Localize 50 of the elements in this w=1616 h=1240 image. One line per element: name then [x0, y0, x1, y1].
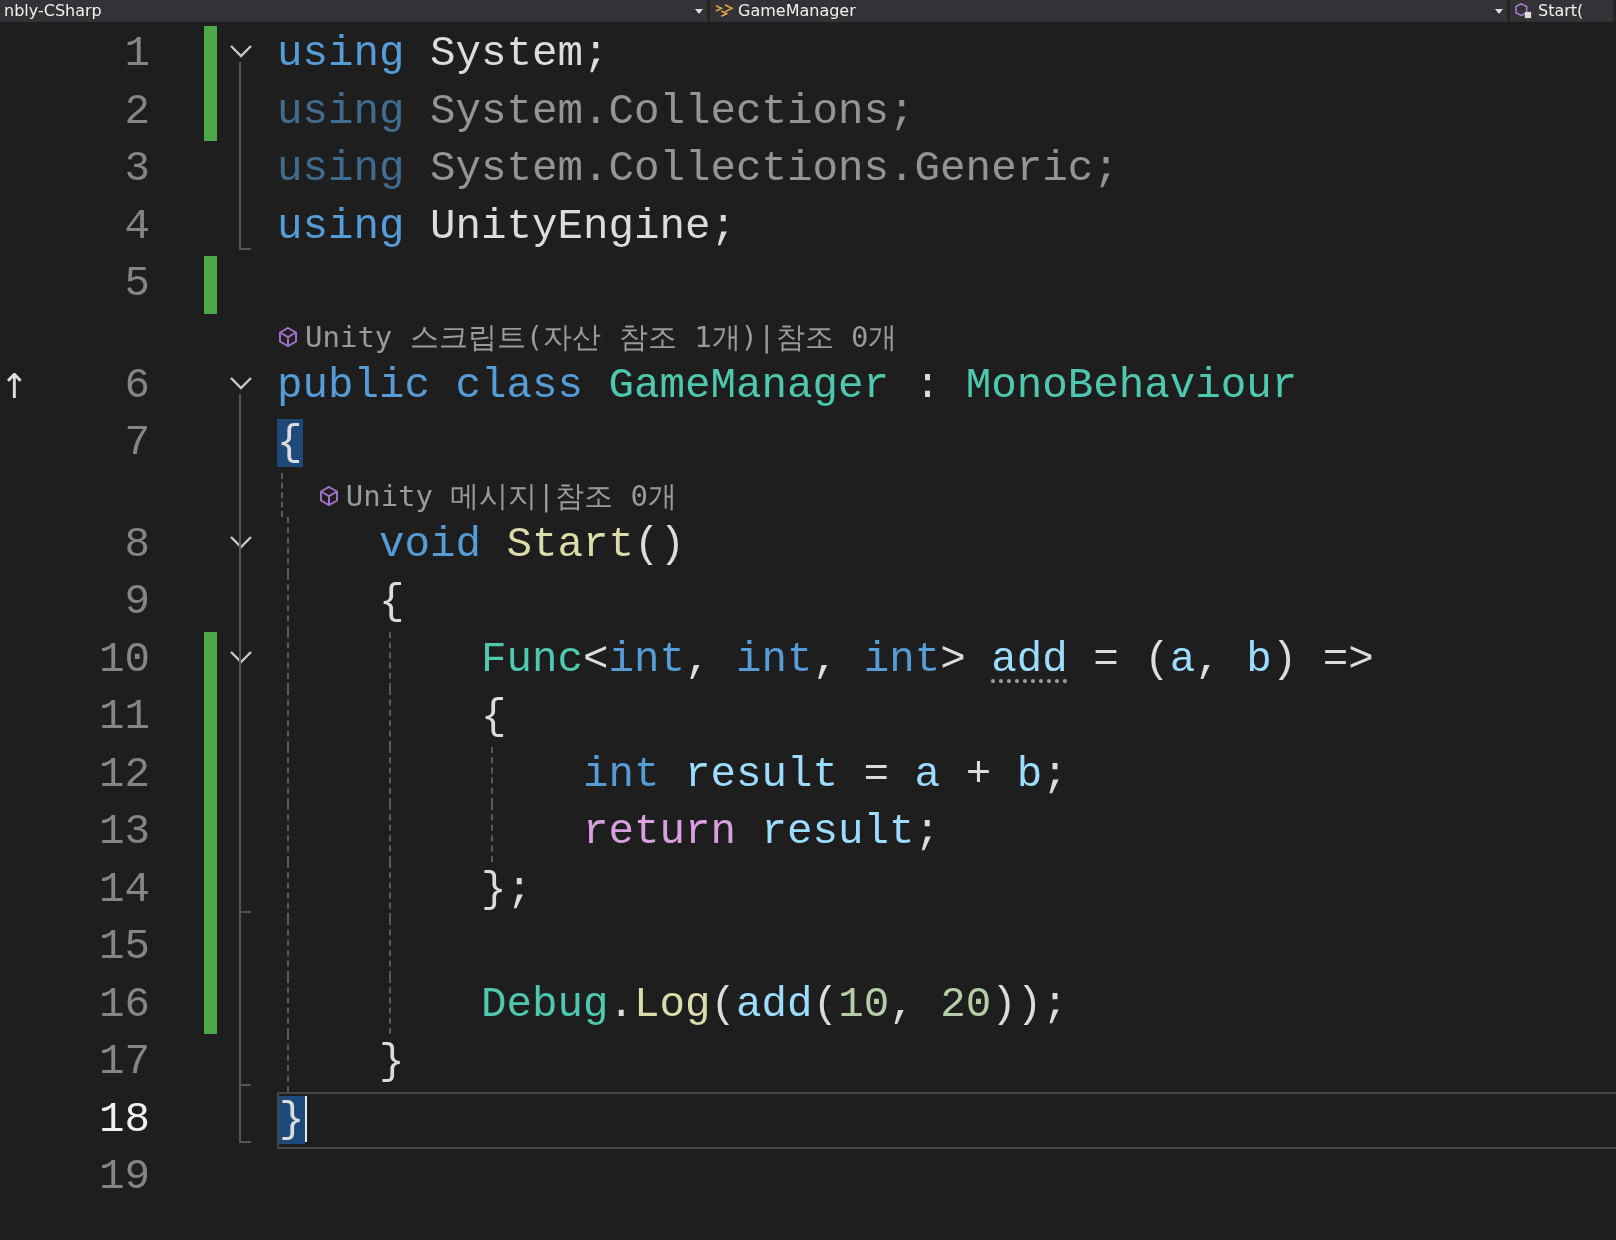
code-lens-text[interactable]: Unity 스크립트(자산 참조 1개)|참조 0개: [305, 314, 898, 359]
line-number: 14: [99, 865, 150, 914]
code-line: int result = a + b;: [583, 750, 1068, 799]
line-number: 5: [124, 260, 150, 308]
code-line: using System;: [277, 30, 609, 78]
collapse-chevron-icon[interactable]: [229, 44, 253, 58]
navigation-dropdown[interactable]: nbly-CSharp: [0, 0, 710, 22]
code-line: };: [481, 865, 533, 914]
line-number: 16: [99, 980, 150, 1029]
line-number: 4: [124, 202, 150, 251]
code-line: using System.Collections.Generic;: [277, 145, 1119, 193]
collapse-chevron-icon[interactable]: [229, 649, 253, 664]
line-number: 17: [99, 1038, 150, 1086]
up-arrow-mark: ↑: [0, 364, 29, 408]
code-line: Func<int, int, int> add = (a, b) =>: [481, 635, 1374, 684]
code-line: {: [481, 693, 507, 741]
line-number: 19: [99, 1153, 150, 1201]
text-cursor: [304, 1096, 307, 1143]
line-number: 13: [99, 808, 150, 856]
line-number: 10: [99, 635, 150, 684]
cube-icon: [317, 484, 340, 507]
collapse-chevron-icon[interactable]: [229, 534, 253, 549]
line-number: 2: [124, 87, 150, 136]
line-number: 18: [99, 1095, 150, 1144]
collapse-chevron-icon[interactable]: [229, 375, 253, 390]
line-number: 12: [99, 750, 150, 799]
code-line: }: [379, 1038, 405, 1086]
line-number: 3: [124, 145, 150, 193]
line-number: 11: [99, 693, 150, 741]
dropdown-caret-icon: [1495, 8, 1503, 14]
dropdown-caret-icon: [695, 8, 703, 14]
cube-icon: [277, 325, 299, 348]
line-number: 8: [124, 520, 150, 569]
code-line: return result;: [583, 808, 941, 856]
code-lens-text[interactable]: Unity 메시지|참조 0개: [345, 473, 677, 518]
line-number: 6: [124, 361, 150, 410]
line-number: 15: [99, 923, 150, 971]
class-icon: [714, 3, 734, 19]
method-icon: [1514, 3, 1534, 19]
line-number: 7: [124, 419, 150, 467]
code-line: {: [379, 578, 405, 626]
navigation-dropdown[interactable]: GameManager: [710, 0, 1510, 22]
navigation-dropdown[interactable]: Start(: [1510, 0, 1616, 22]
code-line: using System.Collections;: [277, 87, 915, 136]
code-line: void Start(): [379, 520, 686, 569]
code-line: Debug.Log(add(10, 20));: [481, 980, 1068, 1029]
line-number: 9: [124, 578, 150, 626]
line-number: 1: [124, 30, 150, 78]
code-line: using UnityEngine;: [277, 202, 737, 251]
code-line: public class GameManager : MonoBehaviour: [277, 361, 1298, 410]
